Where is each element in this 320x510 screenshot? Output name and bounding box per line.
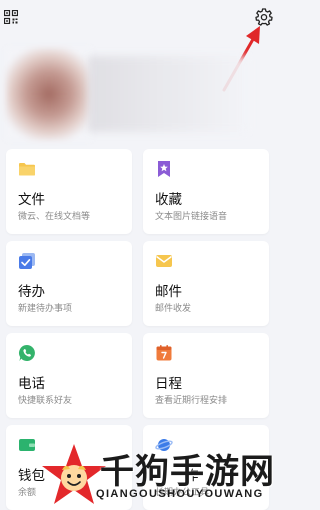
calendar-icon xyxy=(156,345,172,361)
watermark-subtitle: QIANGOUSHOUYOUWANG xyxy=(96,488,264,500)
card-subtitle: 新建待办事项 xyxy=(18,303,73,313)
card-title: 日程 xyxy=(155,376,182,391)
card-files[interactable]: 文件 微云、在线文档等 xyxy=(6,149,132,234)
avatar[interactable] xyxy=(6,48,92,140)
bookmark-icon xyxy=(158,161,170,177)
mail-icon xyxy=(156,255,172,267)
todo-icon xyxy=(19,253,35,269)
card-title: 文件 xyxy=(18,192,45,207)
card-title: 电话 xyxy=(18,376,45,391)
profile-info-blurred xyxy=(88,56,248,132)
card-todo[interactable]: 待办 新建待办事项 xyxy=(6,241,132,326)
card-favorites[interactable]: 收藏 文本图片链接语音 xyxy=(143,149,269,234)
card-schedule[interactable]: 日程 查看近期行程安排 xyxy=(143,333,269,418)
watermark-title: 千狗手游网 xyxy=(100,452,275,492)
card-subtitle: 查看近期行程安排 xyxy=(155,395,228,405)
phone-icon xyxy=(19,345,35,361)
profile-header[interactable] xyxy=(6,48,276,140)
site-watermark: 千狗手游网 QIANGOUSHOUYOUWANG xyxy=(40,440,284,509)
card-title: 收藏 xyxy=(155,192,182,207)
top-bar xyxy=(0,0,284,92)
card-subtitle: 余额 xyxy=(18,487,37,497)
card-subtitle: 快捷联系好友 xyxy=(18,395,73,405)
card-subtitle: 文本图片链接语音 xyxy=(155,211,228,221)
card-mail[interactable]: 邮件 邮件收发 xyxy=(143,241,269,326)
wallet-icon xyxy=(19,439,35,451)
card-phone[interactable]: 电话 快捷联系好友 xyxy=(6,333,132,418)
qr-code-icon[interactable] xyxy=(4,10,18,24)
card-subtitle: 邮件收发 xyxy=(155,303,192,313)
folder-icon xyxy=(19,163,35,176)
card-title: 邮件 xyxy=(155,284,182,299)
card-title: 待办 xyxy=(18,284,45,299)
card-subtitle: 微云、在线文档等 xyxy=(18,211,91,221)
